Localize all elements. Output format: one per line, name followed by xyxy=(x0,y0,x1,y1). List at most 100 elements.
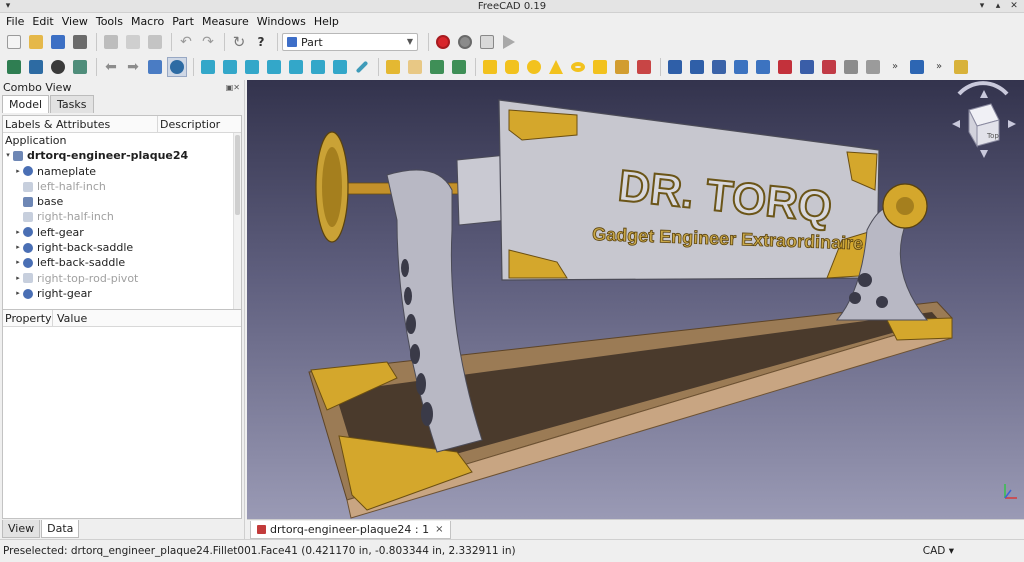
link-actions-button[interactable] xyxy=(449,57,469,77)
tube-button[interactable] xyxy=(590,57,610,77)
nav-cube-arrow-left-icon[interactable] xyxy=(952,120,960,128)
paste-button[interactable] xyxy=(145,32,165,52)
scrollbar-thumb[interactable] xyxy=(235,135,240,215)
nav-cube-arrow-down-icon[interactable] xyxy=(980,150,988,158)
expand-arrow-icon[interactable]: ▸ xyxy=(13,240,23,255)
tree-item-right-back-saddle[interactable]: ▸ right-back-saddle xyxy=(3,240,241,255)
fit-all-button[interactable] xyxy=(4,57,24,77)
toolbar-overflow-2-button[interactable]: » xyxy=(929,57,949,77)
view-top-button[interactable] xyxy=(242,57,262,77)
primitives-button[interactable] xyxy=(612,57,632,77)
torus-button[interactable] xyxy=(568,57,588,77)
view-front-button[interactable] xyxy=(220,57,240,77)
panel-float-close-icon[interactable]: ▣✕ xyxy=(226,80,240,95)
workbench-selector[interactable]: Part ▼ xyxy=(282,33,418,51)
cut-button[interactable] xyxy=(101,32,121,52)
measure-button[interactable] xyxy=(352,57,372,77)
bounding-box-button[interactable] xyxy=(70,57,90,77)
value-column-header[interactable]: Value xyxy=(53,310,87,326)
nav-forward-button[interactable]: ➡ xyxy=(123,57,143,77)
box-button[interactable] xyxy=(480,57,500,77)
minimize-icon[interactable]: ▾ xyxy=(976,0,988,13)
group-button[interactable] xyxy=(405,57,425,77)
property-editor[interactable]: Property Value xyxy=(2,309,242,519)
tree-application-row[interactable]: Application xyxy=(3,133,241,148)
menu-measure[interactable]: Measure xyxy=(198,13,253,30)
mirror-button[interactable] xyxy=(709,57,729,77)
nav-cube-arrow-right-icon[interactable] xyxy=(1008,120,1016,128)
tree-item-nameplate[interactable]: ▸ nameplate xyxy=(3,164,241,179)
nav-cube-arrow-up-icon[interactable] xyxy=(980,90,988,98)
std-views-button[interactable] xyxy=(145,57,165,77)
navigation-style-indicator[interactable]: CAD ▾ xyxy=(923,540,954,562)
menu-file[interactable]: File xyxy=(2,13,28,30)
navigation-cube[interactable]: Top xyxy=(952,81,1016,158)
view-right-button[interactable] xyxy=(264,57,284,77)
tab-view[interactable]: View xyxy=(2,520,41,538)
nav-back-button[interactable]: ⬅ xyxy=(101,57,121,77)
expand-arrow-icon[interactable]: ▸ xyxy=(13,164,23,179)
close-tab-icon[interactable]: × xyxy=(435,521,443,539)
tree-item-right-top-rod-pivot[interactable]: ▸ right-top-rod-pivot xyxy=(3,271,241,286)
boolean-button[interactable] xyxy=(907,57,927,77)
tree-item-base[interactable]: base xyxy=(3,194,241,209)
tree-document-row[interactable]: ▾ drtorq-engineer-plaque24 xyxy=(3,148,241,163)
expand-arrow-icon[interactable]: ▸ xyxy=(13,271,23,286)
close-window-icon[interactable]: ✕ xyxy=(1008,0,1020,13)
tab-tasks[interactable]: Tasks xyxy=(50,95,94,113)
save-button[interactable] xyxy=(48,32,68,52)
tab-model[interactable]: Model xyxy=(2,95,50,113)
toolbar-overflow-button[interactable]: » xyxy=(885,57,905,77)
tree-header-description[interactable]: Descriptior xyxy=(158,116,220,132)
property-column-header[interactable]: Property xyxy=(3,310,53,326)
menu-macro[interactable]: Macro xyxy=(127,13,168,30)
stop-macro-button[interactable] xyxy=(455,32,475,52)
menu-windows[interactable]: Windows xyxy=(253,13,310,30)
view-bottom-button[interactable] xyxy=(308,57,328,77)
view-left-button[interactable] xyxy=(330,57,350,77)
tree-item-right-gear[interactable]: ▸ right-gear xyxy=(3,286,241,301)
menu-part[interactable]: Part xyxy=(168,13,198,30)
make-face-button[interactable] xyxy=(775,57,795,77)
zoom-button[interactable] xyxy=(167,57,187,77)
ruled-surface-button[interactable] xyxy=(797,57,817,77)
print-button[interactable] xyxy=(70,32,90,52)
measure-linear-button[interactable] xyxy=(951,57,971,77)
view-rear-button[interactable] xyxy=(286,57,306,77)
expand-arrow-icon[interactable]: ▸ xyxy=(13,255,23,270)
sphere-button[interactable] xyxy=(524,57,544,77)
whats-this-button[interactable]: ? xyxy=(251,32,271,52)
fit-selection-button[interactable] xyxy=(26,57,46,77)
view-iso-button[interactable] xyxy=(198,57,218,77)
maximize-icon[interactable]: ▴ xyxy=(992,0,1004,13)
tree-header-labels[interactable]: Labels & Attributes xyxy=(3,116,158,132)
new-document-button[interactable] xyxy=(4,32,24,52)
expand-arrow-icon[interactable]: ▸ xyxy=(13,225,23,240)
expand-arrow-icon[interactable]: ▾ xyxy=(3,148,13,163)
shape-builder-button[interactable] xyxy=(634,57,654,77)
edit-macro-button[interactable] xyxy=(477,32,497,52)
tree-item-left-back-saddle[interactable]: ▸ left-back-saddle xyxy=(3,255,241,270)
tree-item-right-half-inch[interactable]: right-half-inch xyxy=(3,209,241,224)
part-make-button[interactable] xyxy=(383,57,403,77)
open-document-button[interactable] xyxy=(26,32,46,52)
link-button[interactable] xyxy=(427,57,447,77)
cone-button[interactable] xyxy=(546,57,566,77)
copy-button[interactable] xyxy=(123,32,143,52)
revolve-button[interactable] xyxy=(687,57,707,77)
cylinder-button[interactable] xyxy=(502,57,522,77)
tab-data[interactable]: Data xyxy=(41,520,80,538)
tree-item-left-gear[interactable]: ▸ left-gear xyxy=(3,225,241,240)
menu-view[interactable]: View xyxy=(58,13,92,30)
tree-item-left-half-inch[interactable]: left-half-inch xyxy=(3,179,241,194)
menu-edit[interactable]: Edit xyxy=(28,13,57,30)
menu-tools[interactable]: Tools xyxy=(92,13,127,30)
extrude-button[interactable] xyxy=(665,57,685,77)
record-macro-button[interactable] xyxy=(433,32,453,52)
fillet-button[interactable] xyxy=(731,57,751,77)
draw-style-button[interactable] xyxy=(48,57,68,77)
menu-help[interactable]: Help xyxy=(310,13,343,30)
loft-button[interactable] xyxy=(819,57,839,77)
section-button[interactable] xyxy=(863,57,883,77)
chamfer-button[interactable] xyxy=(753,57,773,77)
